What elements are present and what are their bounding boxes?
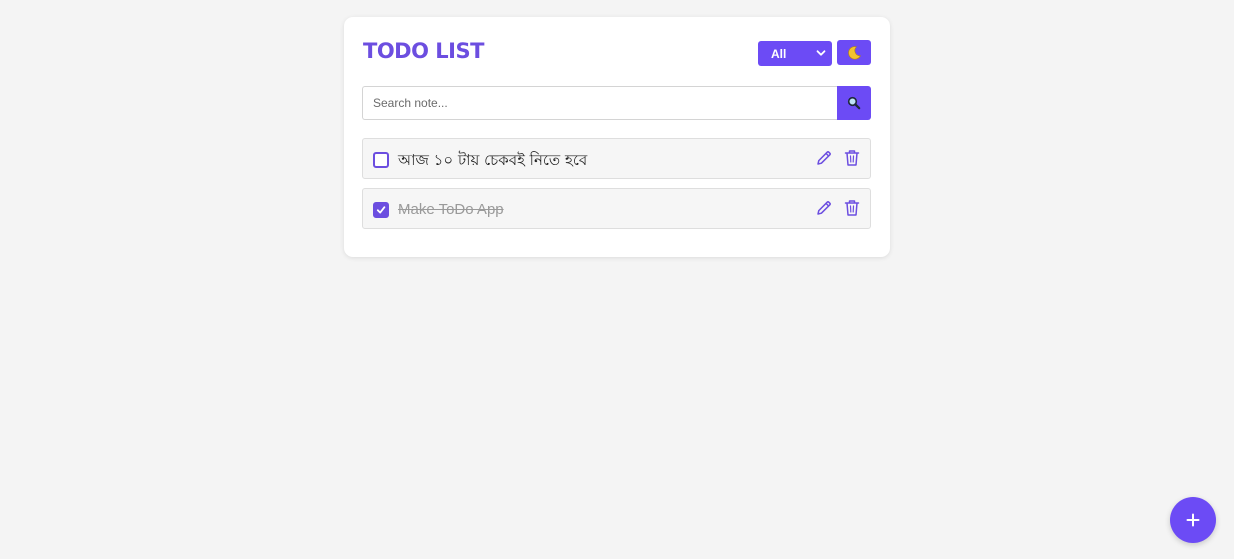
pencil-icon[interactable] <box>815 149 833 167</box>
todo-text: Make ToDo App <box>398 201 504 218</box>
filter-selected-value: All <box>771 46 787 61</box>
plus-icon <box>1186 513 1200 527</box>
search-bar <box>362 86 871 120</box>
todo-checkbox[interactable] <box>373 202 389 218</box>
todo-card: TODO LIST All আজ ১০ টায় চেকবই নিতে হবে <box>344 17 890 257</box>
moon-icon <box>848 45 861 59</box>
magnifier-icon <box>847 96 861 110</box>
todo-checkbox[interactable] <box>373 152 389 168</box>
trash-icon[interactable] <box>844 199 860 217</box>
search-button[interactable] <box>837 86 871 120</box>
add-todo-button[interactable] <box>1170 497 1216 543</box>
trash-icon[interactable] <box>844 149 860 167</box>
page-title: TODO LIST <box>363 39 484 63</box>
todo-text: আজ ১০ টায় চেকবই নিতে হবে <box>398 151 588 169</box>
pencil-icon[interactable] <box>815 199 833 217</box>
search-input[interactable] <box>362 86 838 120</box>
checkmark-icon <box>376 206 386 214</box>
filter-select[interactable]: All <box>758 41 832 66</box>
theme-toggle-button[interactable] <box>837 40 871 65</box>
todo-item: আজ ১০ টায় চেকবই নিতে হবে <box>362 138 871 179</box>
chevron-down-icon <box>816 50 826 56</box>
todo-item: Make ToDo App <box>362 188 871 229</box>
